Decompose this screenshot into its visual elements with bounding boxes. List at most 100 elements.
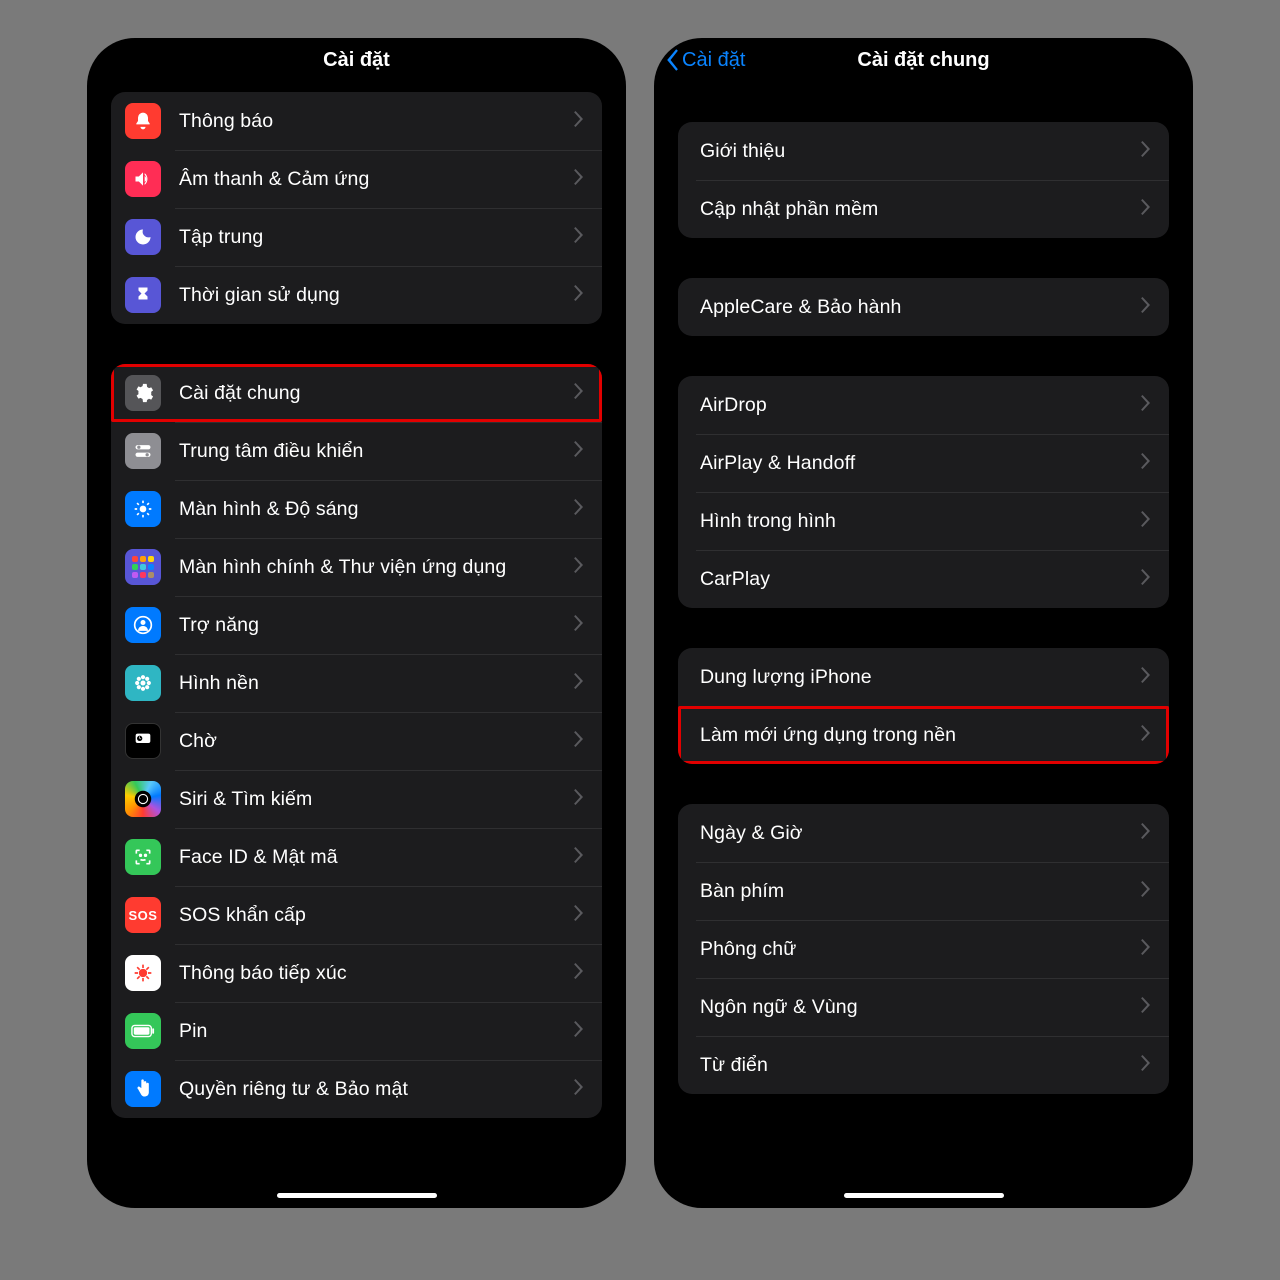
row-label: Trung tâm điều khiển [179,440,574,463]
page-title: Cài đặt [323,49,390,72]
row-wallpaper[interactable]: Hình nền [111,654,602,712]
phone-general: Cài đặt Cài đặt chung Giới thiệu Cập nhật… [654,38,1193,1208]
settings-list[interactable]: Thông báo Âm thanh & Cảm ứng Tập trungThời… [87,80,626,1208]
row-label: Giới thiệu [700,140,1141,163]
row-bgrefresh[interactable]: Làm mới ứng dụng trong nền [678,706,1169,764]
chevron-right-icon [1141,511,1151,532]
chevron-right-icon [1141,141,1151,162]
row-standby[interactable]: Chờ [111,712,602,770]
chevron-right-icon [574,499,584,520]
row-label: AirDrop [700,394,1141,417]
chevron-right-icon [574,963,584,984]
row-label: Bàn phím [700,880,1141,903]
speaker-icon [125,161,161,197]
phone-settings: Cài đặt Thông báo Âm thanh & Cảm ứng Tập t… [87,38,626,1208]
row-datetime[interactable]: Ngày & Giờ [678,804,1169,862]
chevron-right-icon [574,905,584,926]
general-list[interactable]: Giới thiệu Cập nhật phần mềm AppleCare & B… [654,80,1193,1208]
chevron-right-icon [1141,823,1151,844]
chevron-right-icon [574,227,584,248]
row-label: Quyền riêng tư & Bảo mật [179,1078,574,1101]
face-icon [125,839,161,875]
row-label: Face ID & Mật mã [179,846,574,869]
chevron-right-icon [574,111,584,132]
row-siri[interactable]: Siri & Tìm kiếm [111,770,602,828]
row-fonts[interactable]: Phông chữ [678,920,1169,978]
home-indicator[interactable] [277,1193,437,1198]
row-label: Pin [179,1020,574,1043]
moon-icon [125,219,161,255]
page-title: Cài đặt chung [857,49,989,72]
row-focus[interactable]: Tập trung [111,208,602,266]
switches-icon [125,433,161,469]
chevron-right-icon [1141,667,1151,688]
row-dictionary[interactable]: Từ điển [678,1036,1169,1094]
row-about[interactable]: Giới thiệu [678,122,1169,180]
row-label: Siri & Tìm kiếm [179,788,574,811]
nav-bar-right: Cài đặt Cài đặt chung [654,40,1193,80]
row-sounds[interactable]: Âm thanh & Cảm ứng [111,150,602,208]
chevron-right-icon [574,557,584,578]
settings-group: Thông báo Âm thanh & Cảm ứng Tập trungThời… [111,92,602,324]
chevron-right-icon [574,673,584,694]
bell-icon [125,103,161,139]
row-faceid[interactable]: Face ID & Mật mã [111,828,602,886]
back-button[interactable]: Cài đặt [664,48,745,72]
chevron-right-icon [574,285,584,306]
person-icon [125,607,161,643]
home-indicator[interactable] [844,1193,1004,1198]
chevron-right-icon [1141,881,1151,902]
chevron-left-icon [664,48,680,72]
siri-icon [125,781,161,817]
row-general[interactable]: Cài đặt chung [111,364,602,422]
chevron-right-icon [574,615,584,636]
row-label: Thông báo [179,110,574,133]
row-label: Cập nhật phần mềm [700,198,1141,221]
row-home[interactable]: Màn hình chính & Thư viện ứng dụng [111,538,602,596]
chevron-right-icon [1141,1055,1151,1076]
row-airplay[interactable]: AirPlay & Handoff [678,434,1169,492]
chevron-right-icon [1141,725,1151,746]
row-carplay[interactable]: CarPlay [678,550,1169,608]
row-language[interactable]: Ngôn ngữ & Vùng [678,978,1169,1036]
hand-icon [125,1071,161,1107]
clock-icon [125,723,161,759]
row-battery[interactable]: Pin [111,1002,602,1060]
row-privacy[interactable]: Quyền riêng tư & Bảo mật [111,1060,602,1118]
row-label: Phông chữ [700,938,1141,961]
screenshot-pair: Cài đặt Thông báo Âm thanh & Cảm ứng Tập t… [87,38,1193,1208]
chevron-right-icon [574,789,584,810]
settings-group: AirDrop AirPlay & HandoffHình trong hình C… [678,376,1169,608]
chevron-right-icon [574,731,584,752]
row-label: Dung lượng iPhone [700,666,1141,689]
chevron-right-icon [574,169,584,190]
row-label: Ngày & Giờ [700,822,1141,845]
hourglass-icon [125,277,161,313]
settings-group: Dung lượng iPhone Làm mới ứng dụng trong … [678,648,1169,764]
row-applecare[interactable]: AppleCare & Bảo hành [678,278,1169,336]
row-label: SOS khẩn cấp [179,904,574,927]
chevron-right-icon [574,383,584,404]
row-pip[interactable]: Hình trong hình [678,492,1169,550]
row-label: Thông báo tiếp xúc [179,962,574,985]
row-display[interactable]: Màn hình & Độ sáng [111,480,602,538]
row-screentime[interactable]: Thời gian sử dụng [111,266,602,324]
settings-group: Ngày & Giờ Bàn phím Phông chữ Ngôn ngữ & Vù… [678,804,1169,1094]
row-storage[interactable]: Dung lượng iPhone [678,648,1169,706]
back-label: Cài đặt [682,49,745,72]
chevron-right-icon [1141,569,1151,590]
row-control[interactable]: Trung tâm điều khiển [111,422,602,480]
row-notifications[interactable]: Thông báo [111,92,602,150]
row-label: Âm thanh & Cảm ứng [179,168,574,191]
row-exposure[interactable]: Thông báo tiếp xúc [111,944,602,1002]
chevron-right-icon [574,847,584,868]
row-keyboard[interactable]: Bàn phím [678,862,1169,920]
settings-group: AppleCare & Bảo hành [678,278,1169,336]
row-accessibility[interactable]: Trợ năng [111,596,602,654]
row-sos[interactable]: SOSSOS khẩn cấp [111,886,602,944]
chevron-right-icon [1141,297,1151,318]
row-update[interactable]: Cập nhật phần mềm [678,180,1169,238]
row-label: Làm mới ứng dụng trong nền [700,724,1141,747]
row-airdrop[interactable]: AirDrop [678,376,1169,434]
row-label: CarPlay [700,568,1141,591]
